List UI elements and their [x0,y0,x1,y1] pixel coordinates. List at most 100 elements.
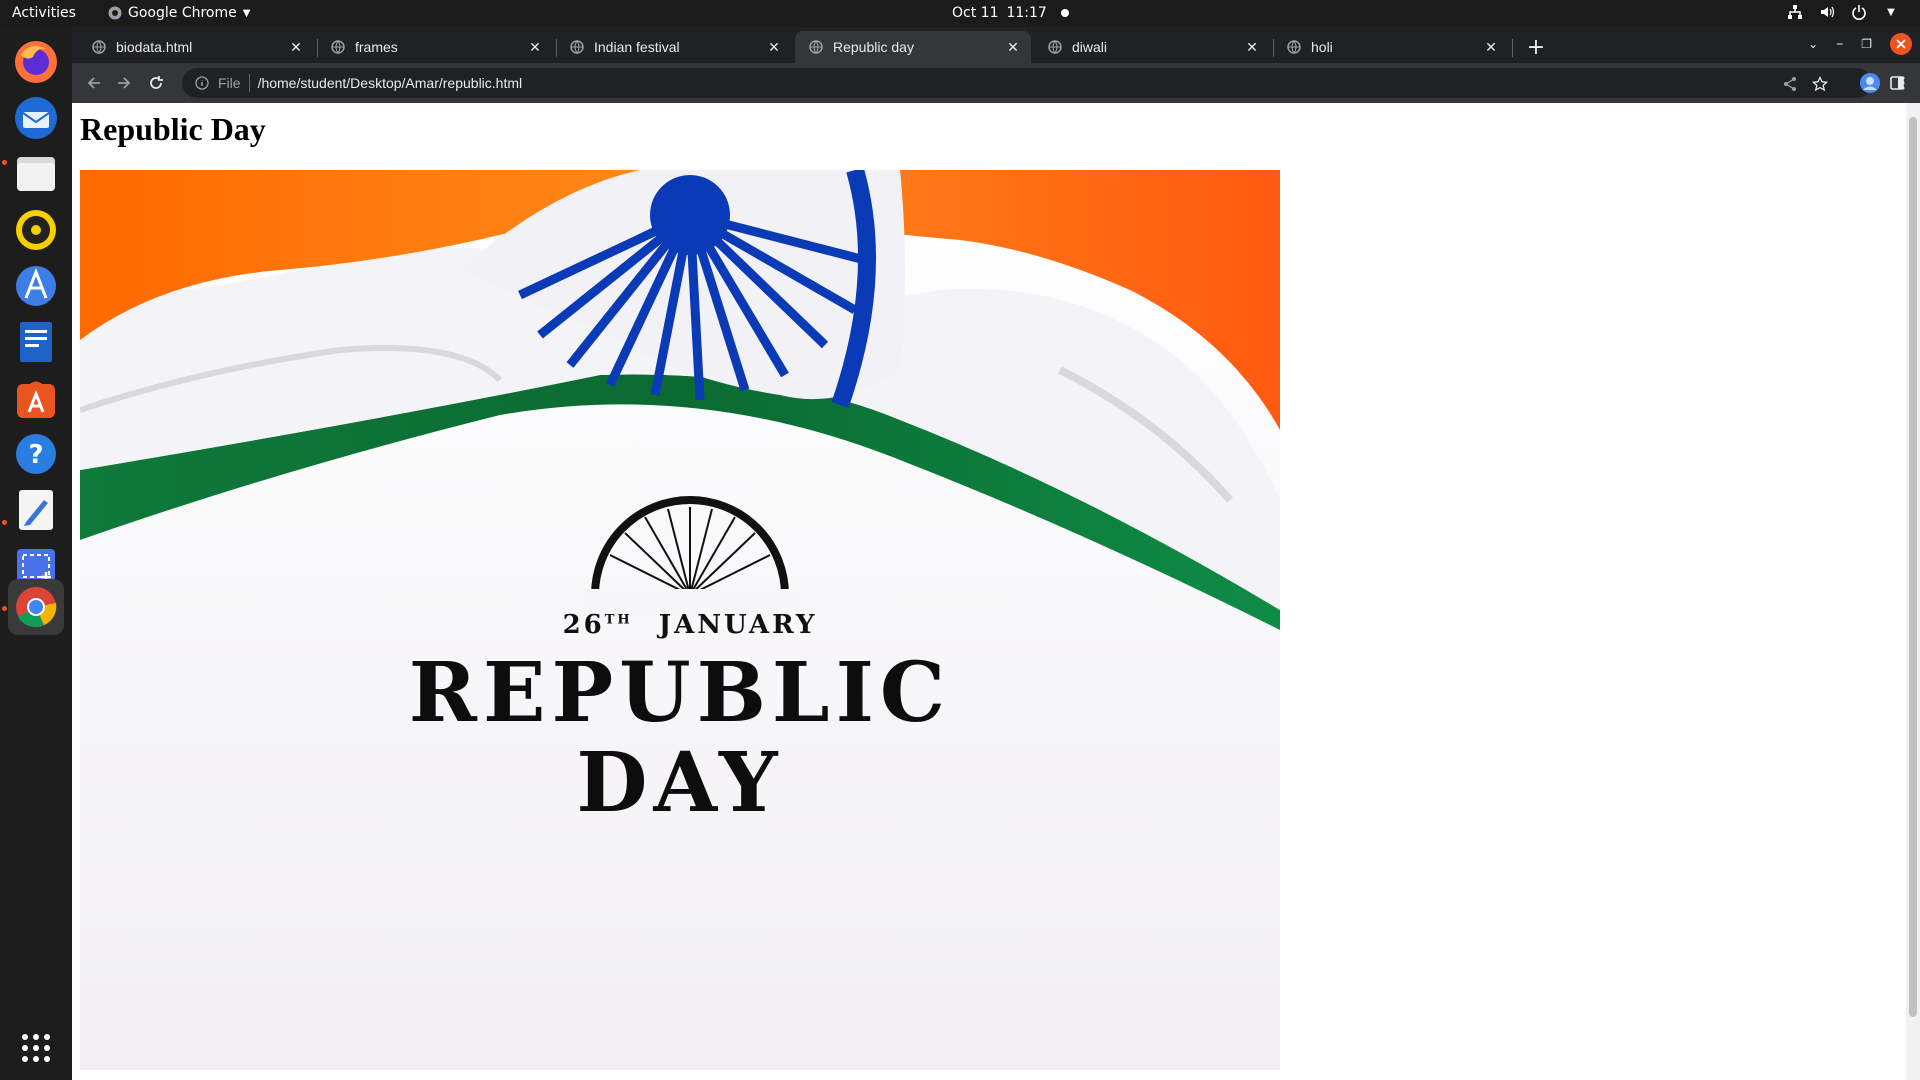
dock-text-editor[interactable] [8,482,64,538]
text-editor-icon [19,490,53,530]
network-icon[interactable] [1786,3,1804,21]
vertical-scrollbar[interactable] [1906,103,1920,1080]
volume-icon[interactable] [1818,3,1836,21]
restore-icon[interactable]: ❐ [1861,37,1872,51]
avatar-icon [1860,73,1880,93]
globe-icon [92,40,106,54]
scrollbar-thumb[interactable] [1909,117,1917,1017]
tab-republic-day[interactable]: Republic day ✕ [795,31,1031,63]
tab-diwali[interactable]: diwali ✕ [1034,31,1270,63]
help-icon: ? [16,434,56,474]
date-label: Oct 11 [952,5,999,21]
show-apps-button[interactable] [8,1020,64,1076]
arrow-right-icon [118,77,131,89]
close-tab-icon[interactable]: ✕ [1244,39,1260,55]
dock-app-store[interactable] [8,370,64,426]
divider [248,74,250,92]
close-tab-icon[interactable]: ✕ [766,39,782,55]
tab-title: Indian festival [594,39,680,55]
dock-android-studio[interactable] [8,258,64,314]
chrome-icon [16,587,57,627]
dock-chrome[interactable] [8,579,64,635]
chevron-down-icon[interactable]: ▼ [1882,3,1900,21]
more-vertical-icon [1901,76,1905,90]
dock-help[interactable]: ? [8,426,64,482]
arrow-left-icon [87,77,100,89]
tab-biodata[interactable]: biodata.html ✕ [78,31,314,63]
new-tab-button[interactable]: + [1524,35,1548,60]
banner-title-line1: REPUBLIC [408,645,952,741]
dock-thunderbird[interactable] [8,90,64,146]
close-icon [1896,39,1906,49]
time-label: 11:17 [1006,5,1047,21]
reload-button[interactable] [144,71,168,95]
power-icon[interactable] [1850,3,1868,21]
notification-dot-icon [1060,9,1069,17]
globe-icon [809,40,823,54]
forward-button[interactable] [112,71,136,95]
chrome-small-icon [108,6,122,20]
tab-divider [1512,39,1513,57]
clock[interactable]: Oct 11 11:17 [952,5,1069,21]
date-number: 26 [562,610,605,640]
scheme-label: File [218,75,241,91]
banner-title-line2: DAY [576,735,784,831]
app-store-icon [17,381,55,418]
close-tab-icon[interactable]: ✕ [288,39,304,55]
dock-files[interactable] [8,146,64,202]
share-icon[interactable] [1782,76,1798,92]
chevron-down-icon: ▼ [242,7,251,19]
tab-search-icon[interactable]: ⌄ [1808,37,1818,51]
minimize-icon[interactable]: – [1836,36,1843,52]
dock: ? [0,27,72,1080]
running-indicator [2,160,7,165]
tab-title: holi [1311,39,1333,55]
profile-button[interactable] [1858,71,1882,95]
activities-button[interactable]: Activities [12,5,76,21]
rhythmbox-icon [16,210,56,250]
url-text[interactable]: /home/student/Desktop/Amar/republic.html [258,75,523,91]
tab-strip: biodata.html ✕ frames ✕ Indian festival … [72,27,1920,63]
globe-icon [331,40,345,54]
back-button[interactable] [82,71,106,95]
omnibox-actions [1782,76,1828,92]
app-menu[interactable]: Google Chrome ▼ [108,5,250,21]
svg-text:?: ? [28,440,43,470]
banner-date: 26TH JANUARY [80,610,1280,640]
tab-title: diwali [1072,39,1108,55]
dock-writer[interactable] [8,314,64,370]
tab-title: Republic day [833,39,914,55]
browser-toolbar: File /home/student/Desktop/Amar/republic… [72,63,1920,103]
reload-icon [150,76,163,89]
menu-button[interactable] [1891,71,1915,95]
tab-title: frames [355,39,398,55]
app-grid-icon [22,1034,50,1062]
date-suffix: TH [604,612,633,628]
dock-firefox[interactable] [8,34,64,90]
dock-rhythmbox[interactable] [8,202,64,258]
address-bar[interactable]: File /home/student/Desktop/Amar/republic… [182,68,1872,98]
tab-frames[interactable]: frames ✕ [317,31,553,63]
files-icon [17,157,55,191]
close-tab-icon[interactable]: ✕ [527,39,543,55]
web-page: Republic Day 26TH JANUARY REPUBLIC DAY [72,103,1906,1080]
window-controls: ⌄ – ❐ [1808,33,1912,55]
running-indicator [2,520,7,525]
globe-icon [1287,40,1301,54]
globe-icon [570,40,584,54]
writer-icon [20,322,52,362]
close-tab-icon[interactable]: ✕ [1005,39,1021,55]
republic-day-banner: 26TH JANUARY REPUBLIC DAY [80,170,1280,1070]
close-tab-icon[interactable]: ✕ [1483,39,1499,55]
bookmark-star-icon[interactable] [1812,76,1828,92]
tab-indian-festival[interactable]: Indian festival ✕ [556,31,792,63]
system-top-bar: Activities Google Chrome ▼ Oct 11 11:17 … [0,0,1920,27]
close-window-button[interactable] [1890,33,1912,55]
globe-icon [1048,40,1062,54]
date-month: JANUARY [658,610,818,640]
info-icon[interactable] [194,75,210,91]
page-heading: Republic Day [80,111,266,147]
firefox-icon [15,41,57,83]
tab-holi[interactable]: holi ✕ [1273,31,1509,63]
system-tray[interactable]: ▼ [1786,3,1900,21]
